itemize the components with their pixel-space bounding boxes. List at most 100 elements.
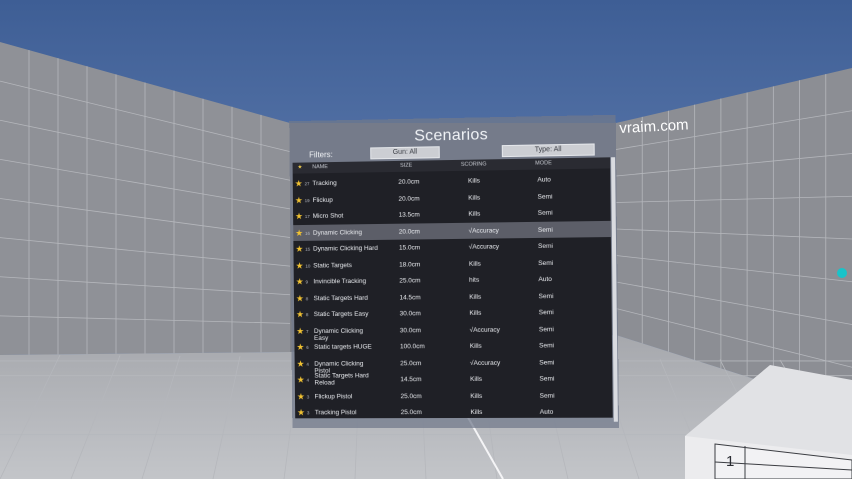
- scenario-scoring: Kills: [467, 177, 481, 185]
- scenario-mode: Semi: [538, 309, 554, 317]
- star-icon[interactable]: ★: [296, 277, 304, 288]
- watermark: vraim.com: [619, 116, 689, 137]
- star-icon[interactable]: ★: [295, 195, 303, 206]
- scenario-size: 15.0cm: [398, 244, 421, 252]
- scenario-row[interactable]: ★ 4 Static Targets Hard Reload 14.5cm Kills S…: [295, 370, 613, 387]
- scenario-name: Tracking Pistol: [314, 409, 357, 417]
- favorite-count: 8: [305, 295, 309, 301]
- scenario-mode: Semi: [539, 358, 555, 367]
- favorite-count: 3: [306, 410, 310, 416]
- scenario-scoring: Kills: [468, 194, 481, 202]
- scenario-mode: Semi: [539, 392, 555, 400]
- scenario-size: 20.0cm: [398, 178, 420, 186]
- scenario-row[interactable]: ★ 4 Dynamic Clicking Pistol 25.0cm √Accuracy…: [295, 354, 613, 374]
- scenario-scoring: √Accuracy: [469, 359, 501, 367]
- scenario-row[interactable]: ★ 7 Dynamic Clicking Easy 30.0cm √Accuracy Se…: [294, 320, 612, 342]
- scenario-mode: Semi: [537, 242, 554, 250]
- size-column-header[interactable]: SIZE: [400, 161, 412, 172]
- favorite-count: 6: [306, 344, 309, 350]
- star-icon[interactable]: ★: [296, 293, 304, 304]
- scenario-row[interactable]: ★ 8 Static Targets Hard 14.5cm Kills Semi: [294, 287, 612, 306]
- scenario-name: Static Targets Easy: [313, 310, 369, 319]
- scenario-scoring: Kills: [469, 293, 482, 301]
- scenarios-panel: Scenarios Filters: Gun: All Type: All ★ …: [289, 114, 619, 429]
- scenario-name: Tracking: [312, 179, 337, 188]
- scenario-scoring: Kills: [470, 392, 483, 400]
- star-icon[interactable]: ★: [296, 260, 304, 271]
- scenario-name: Micro Shot: [312, 212, 344, 220]
- star-icon[interactable]: ★: [295, 178, 303, 189]
- scenario-mode: Semi: [538, 325, 554, 333]
- scenario-row[interactable]: ★ 8 Static Targets Easy 30.0cm Kills Semi: [294, 304, 612, 323]
- scenario-size: 25.0cm: [399, 277, 421, 285]
- star-icon[interactable]: ★: [296, 326, 304, 337]
- favorite-count: 9: [305, 279, 309, 285]
- scenario-mode: Semi: [537, 192, 553, 201]
- gun-filter-dropdown[interactable]: Gun: All: [370, 146, 440, 160]
- scenario-scoring: Kills: [470, 408, 483, 416]
- scenario-name: Dynamic Clicking Hard: [313, 244, 378, 253]
- scenario-scoring: hits: [469, 276, 480, 284]
- scenario-name: Invincible Tracking: [313, 277, 367, 286]
- scoring-column-header[interactable]: SCORING: [461, 159, 487, 170]
- favorite-count: 7: [306, 328, 309, 334]
- type-filter-dropdown[interactable]: Type: All: [501, 143, 595, 158]
- star-icon[interactable]: ★: [297, 375, 305, 386]
- star-icon[interactable]: ★: [297, 391, 305, 402]
- scenario-size: 25.0cm: [400, 392, 422, 400]
- scenario-size: 13.5cm: [398, 211, 420, 219]
- scenario-row[interactable]: ★ 3 Tracking Pistol 25.0cm Kills Auto: [295, 404, 613, 419]
- scenario-row[interactable]: ★ 6 Static targets HUGE 100.0cm Kills Semi: [294, 337, 612, 355]
- scenario-name: Dynamic Clicking: [312, 228, 363, 237]
- scenario-scoring: Kills: [469, 309, 482, 317]
- scenario-size: 20.0cm: [398, 194, 420, 203]
- scenario-size: 100.0cm: [399, 343, 425, 351]
- star-icon[interactable]: ★: [296, 342, 304, 353]
- scenario-scoring: Kills: [468, 210, 481, 218]
- scenario-size: 18.0cm: [399, 260, 421, 269]
- scenario-mode: Auto: [539, 408, 554, 416]
- cube-label: 1: [726, 453, 735, 470]
- favorite-column-header[interactable]: ★: [297, 163, 302, 174]
- scenario-mode: Semi: [539, 375, 555, 383]
- star-icon[interactable]: ★: [295, 211, 303, 222]
- scenario-scoring: √Accuracy: [468, 243, 500, 251]
- favorite-count: 17: [304, 214, 310, 220]
- favorite-count: 4: [306, 361, 309, 367]
- scenario-size: 30.0cm: [399, 310, 421, 318]
- scenario-size: 14.5cm: [399, 293, 421, 301]
- scenario-scoring: Kills: [469, 342, 482, 350]
- scenario-name: Flickup Pistol: [314, 392, 353, 400]
- scenario-mode: Semi: [538, 259, 554, 267]
- name-column-header[interactable]: NAME: [312, 162, 328, 173]
- favorite-count: 15: [305, 246, 311, 252]
- favorite-count: 19: [304, 197, 310, 203]
- scenario-name: Static Targets: [313, 261, 352, 270]
- scenario-size: 30.0cm: [399, 326, 422, 334]
- scenario-name: Static Targets Hard: [313, 294, 368, 302]
- scenario-mode: Auto: [537, 176, 551, 184]
- scenario-row[interactable]: ★ 3 Flickup Pistol 25.0cm Kills Semi: [295, 387, 613, 404]
- favorite-count: 10: [305, 263, 311, 269]
- scenario-name: Flickup: [312, 196, 333, 204]
- scenario-scoring: Kills: [470, 375, 483, 383]
- mode-column-header[interactable]: MODE: [535, 158, 552, 169]
- favorite-count: 16: [305, 230, 310, 236]
- scenario-name: Static Targets Hard Reload: [314, 372, 369, 387]
- scenario-size: 20.0cm: [398, 227, 421, 236]
- star-icon[interactable]: ★: [295, 244, 303, 255]
- scenario-size: 25.0cm: [400, 359, 422, 367]
- star-icon[interactable]: ★: [297, 358, 305, 369]
- scenario-scoring: √Accuracy: [469, 326, 501, 334]
- scenario-list[interactable]: ★ NAME SIZE SCORING MODE ★ 27 Tracking 20.0…: [292, 157, 613, 419]
- favorite-count: 4: [306, 377, 310, 383]
- scenario-name: Static targets HUGE: [314, 343, 372, 351]
- star-icon[interactable]: ★: [295, 227, 303, 238]
- scenario-mode: Auto: [538, 275, 552, 284]
- scenario-scoring: Kills: [468, 260, 481, 268]
- scenario-scoring: √Accuracy: [468, 226, 499, 235]
- teleport-marker: [837, 268, 847, 278]
- scenario-mode: Semi: [537, 226, 553, 234]
- star-icon[interactable]: ★: [296, 309, 304, 320]
- star-icon[interactable]: ★: [297, 407, 305, 418]
